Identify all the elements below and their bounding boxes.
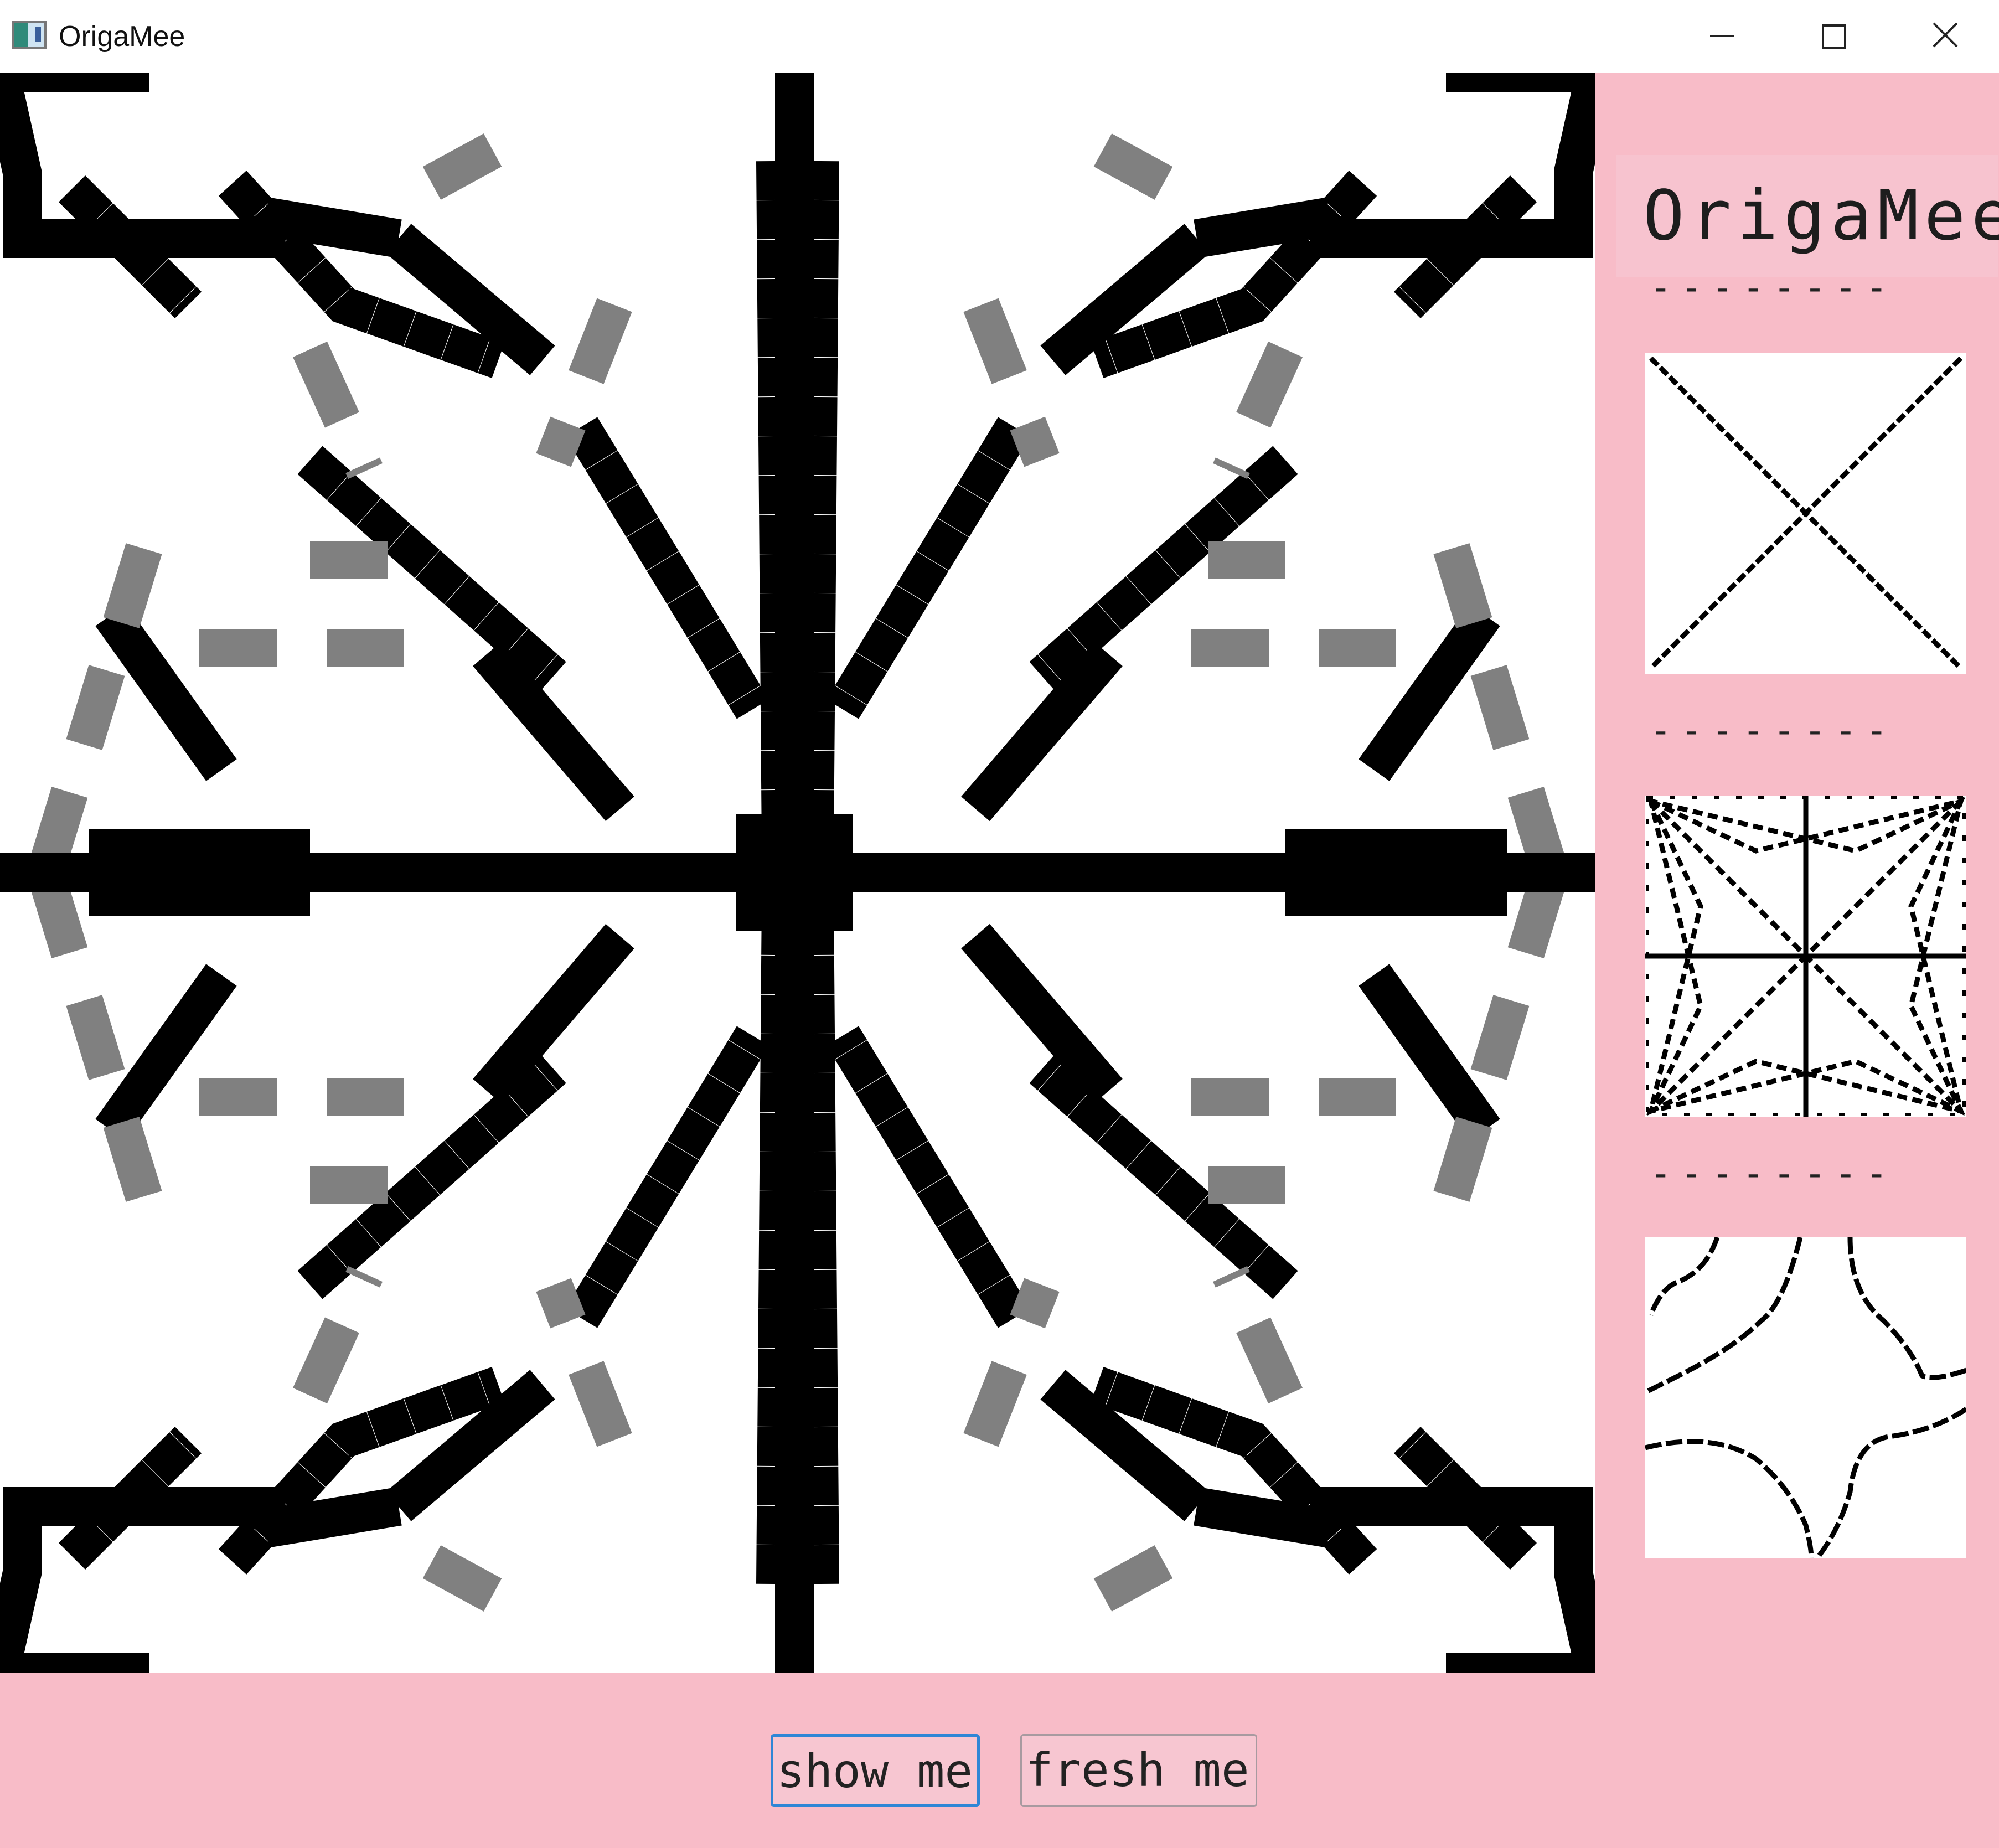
pattern-quadrant-bottom-right xyxy=(815,870,1595,1673)
pattern-quadrant-bottom-left xyxy=(0,870,781,1673)
separator: -------- xyxy=(1650,266,1897,309)
center-knot xyxy=(736,814,853,931)
window-title: OrigaMee xyxy=(59,20,185,53)
x-fold-thumbnail xyxy=(1649,356,1963,670)
pattern-quadrant-top-left xyxy=(0,73,781,875)
maximize-button[interactable] xyxy=(1775,0,1886,73)
pattern-quadrant-top-right xyxy=(815,73,1595,875)
minimize-button[interactable] xyxy=(1664,0,1775,73)
title-bar: OrigaMee xyxy=(0,0,1999,73)
sidebar-title: OrigaMee xyxy=(1616,155,1999,277)
close-button[interactable] xyxy=(1888,0,1999,73)
preview-star-fold[interactable] xyxy=(1645,796,1966,1117)
pattern-canvas[interactable] xyxy=(0,73,1595,1673)
preview-curve-fold[interactable] xyxy=(1644,1236,1968,1560)
star-fold-thumbnail xyxy=(1645,796,1966,1117)
fresh-me-button[interactable]: fresh me xyxy=(1020,1734,1257,1807)
show-me-button[interactable]: show me xyxy=(771,1734,980,1807)
separator: -------- xyxy=(1650,709,1897,752)
pattern-drawing xyxy=(0,73,1595,1673)
app-icon xyxy=(12,21,47,49)
close-icon xyxy=(1933,22,1958,48)
preview-x-fold[interactable] xyxy=(1645,353,1966,674)
separator: -------- xyxy=(1650,1152,1897,1195)
curve-fold-thumbnail xyxy=(1644,1236,1968,1560)
